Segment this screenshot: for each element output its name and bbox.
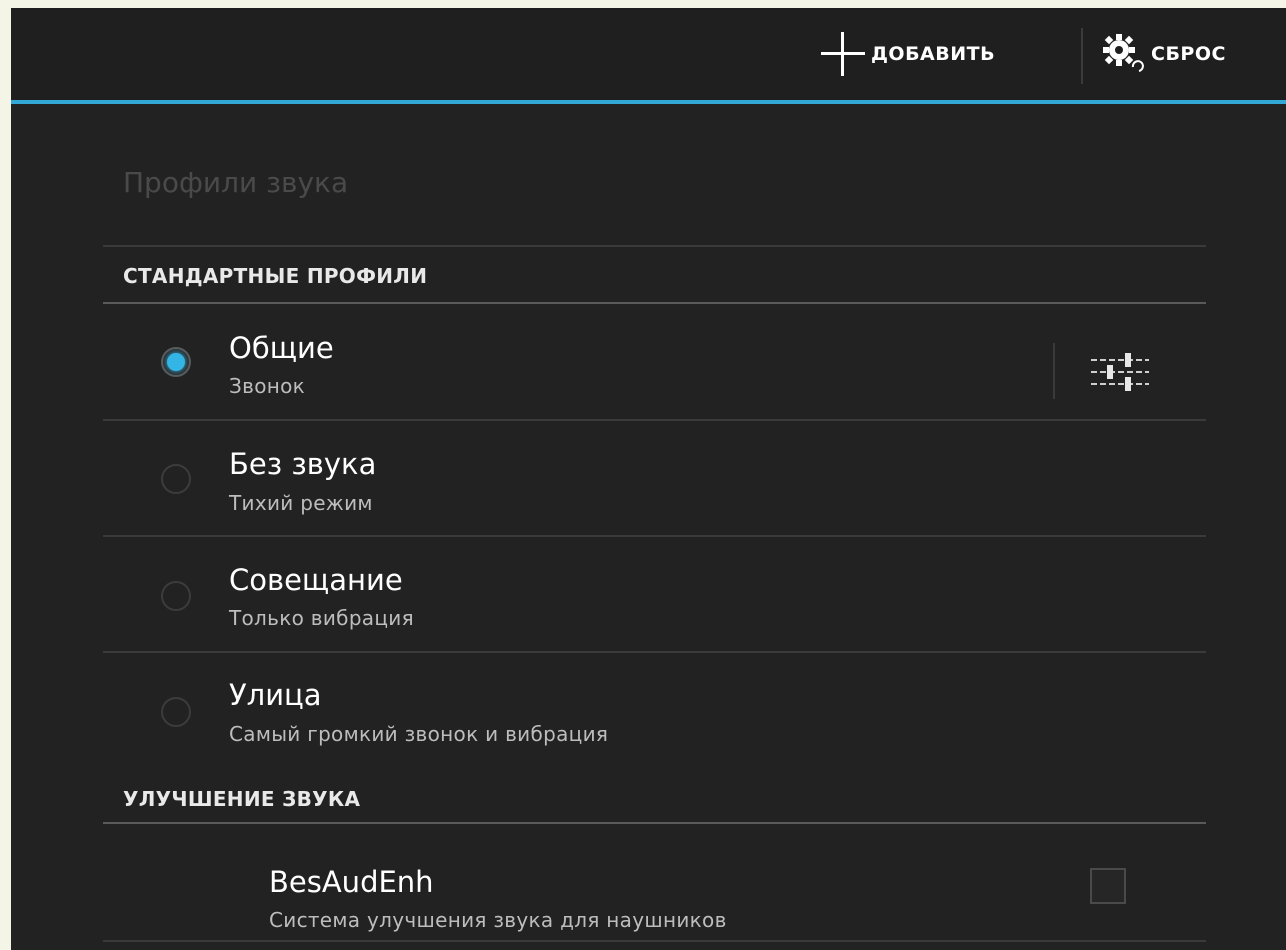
action-bar-accent-line (11, 100, 1286, 104)
profile-subtitle: Самый громкий звонок и вибрация (229, 722, 609, 746)
profile-radio-outdoor[interactable] (161, 697, 191, 727)
reset-button[interactable]: СБРОС (1099, 8, 1226, 100)
profile-item-general[interactable]: Общие Звонок (103, 304, 1206, 418)
profile-radio-silent[interactable] (161, 464, 191, 494)
profile-title: Без звука (229, 447, 377, 481)
profile-item-outdoor[interactable]: Улица Самый громкий звонок и вибрация (103, 653, 1206, 767)
profile-title: Улица (229, 678, 322, 712)
settings-divider (1053, 343, 1055, 399)
add-button-label: ДОБАВИТЬ (871, 43, 996, 65)
page-title: Профили звука (123, 166, 349, 199)
add-button[interactable]: ДОБАВИТЬ (821, 8, 995, 100)
title-divider (103, 245, 1206, 247)
sound-enhancement-header: УЛУЧШЕНИЕ ЗВУКА (123, 787, 361, 811)
profile-item-meeting[interactable]: Совещание Только вибрация (103, 537, 1206, 651)
profile-subtitle: Тихий режим (229, 491, 373, 515)
plus-icon (821, 32, 865, 76)
profile-title: Совещание (229, 563, 403, 597)
enhancement-subtitle: Система улучшения звука для наушников (269, 908, 727, 932)
profile-subtitle: Звонок (229, 374, 306, 398)
profile-title: Общие (229, 331, 334, 365)
profile-radio-meeting[interactable] (161, 581, 191, 611)
profile-item-silent[interactable]: Без звука Тихий режим (103, 421, 1206, 535)
screen: ДОБАВИТЬ СБРОС Профили звука СТАНДАРТНЫЕ… (11, 8, 1286, 950)
profile-subtitle: Только вибрация (229, 606, 414, 630)
profile-radio-general[interactable] (161, 347, 191, 377)
sliders-icon[interactable] (1089, 350, 1151, 394)
reset-button-label: СБРОС (1151, 43, 1226, 65)
enhancement-checkbox[interactable] (1090, 868, 1126, 904)
row-divider (103, 940, 1206, 942)
action-bar: ДОБАВИТЬ СБРОС (11, 8, 1286, 100)
enhancement-title: BesAudEnh (269, 865, 434, 899)
standard-profiles-header: СТАНДАРТНЫЕ ПРОФИЛИ (123, 264, 428, 288)
action-divider (1081, 28, 1083, 84)
gear-reset-icon (1103, 34, 1144, 72)
category-divider (103, 822, 1206, 824)
